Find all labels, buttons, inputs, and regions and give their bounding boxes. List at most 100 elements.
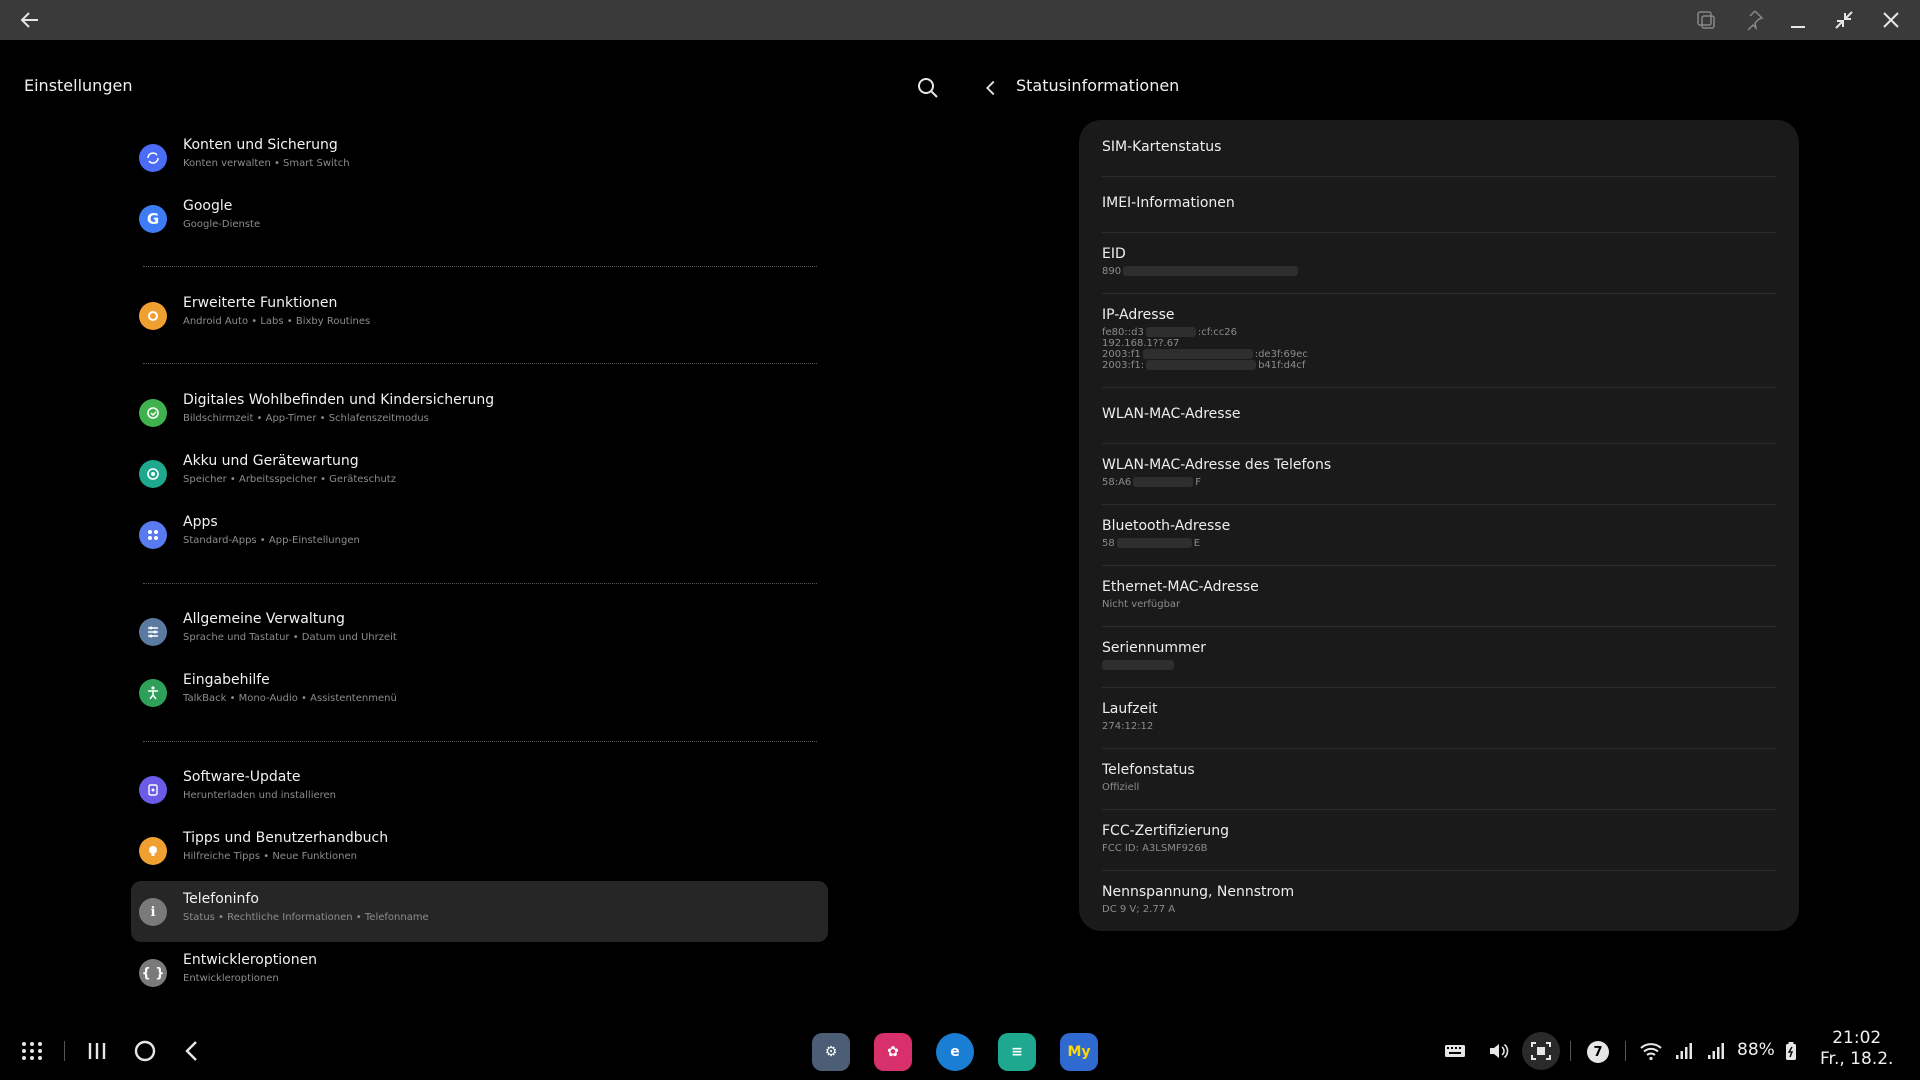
item-subtitle: Android Auto • Labs • Bixby Routines (183, 316, 371, 327)
settings-item-accounts[interactable]: Konten und Sicherung Konten verwalten • … (131, 127, 828, 188)
keyboard-icon[interactable] (1443, 1039, 1467, 1063)
settings-item-phone-info[interactable]: i Telefoninfo Status • Rechtliche Inform… (131, 881, 828, 942)
row-title: Ethernet-MAC-Adresse (1102, 579, 1259, 595)
info-icon: i (139, 898, 167, 926)
wifi-icon[interactable] (1639, 1039, 1663, 1063)
item-subtitle: Standard-Apps • App-Einstellungen (183, 535, 360, 546)
status-info-panel: SIM-Kartenstatus IMEI-Informationen EID … (1079, 120, 1799, 931)
settings-app-icon[interactable]: ⚙ (812, 1033, 850, 1071)
row-value: Offiziell (1102, 782, 1140, 793)
flower-app-icon[interactable]: ✿ (874, 1033, 912, 1071)
sliders-icon (139, 618, 167, 646)
row-value: fe80::d3:cf:cc26 (1102, 327, 1237, 338)
battery-percentage: 88% (1737, 1040, 1775, 1060)
status-row-ip: IP-Adresse fe80::d3:cf:cc26 192.168.1??.… (1102, 294, 1776, 388)
status-row-sim[interactable]: SIM-Kartenstatus (1102, 120, 1776, 177)
status-row-ethernet-mac: Ethernet-MAC-Adresse Nicht verfügbar (1102, 566, 1776, 627)
item-subtitle: Hilfreiche Tipps • Neue Funktionen (183, 851, 357, 862)
item-subtitle: Speicher • Arbeitsspeicher • Geräteschut… (183, 474, 396, 485)
braces-icon: { } (139, 959, 167, 987)
status-row-fcc: FCC-Zertifizierung FCC ID: A3LSMF926B (1102, 810, 1776, 871)
item-title: Tipps und Benutzerhandbuch (183, 830, 389, 846)
item-subtitle: Bildschirmzeit • App-Timer • Schlafensze… (183, 413, 429, 424)
notes-app-icon[interactable]: ≡ (998, 1033, 1036, 1071)
clock-time: 21:02 (1832, 1028, 1882, 1048)
settings-item-device-care[interactable]: Akku und Gerätewartung Speicher • Arbeit… (131, 443, 828, 504)
status-row-imei[interactable]: IMEI-Informationen (1102, 177, 1776, 233)
chevron-left-icon[interactable] (980, 76, 1002, 100)
row-value: DC 9 V; 2.77 A (1102, 904, 1176, 915)
item-subtitle: Konten verwalten • Smart Switch (183, 158, 350, 169)
item-title: Google (183, 198, 233, 214)
edge-app-icon[interactable]: e (936, 1033, 974, 1071)
volume-icon[interactable] (1486, 1039, 1510, 1063)
divider (143, 266, 817, 267)
app-drawer-icon[interactable] (18, 1037, 46, 1065)
item-title: Eingabehilfe (183, 672, 270, 688)
clock[interactable]: 21:02 Fr., 18.2. (1820, 1028, 1893, 1070)
accessibility-icon (139, 679, 167, 707)
row-value: 2003:f1: b41f:d4cf (1102, 360, 1306, 371)
settings-item-accessibility[interactable]: Eingabehilfe TalkBack • Mono-Audio • Ass… (131, 662, 828, 723)
row-value: 192.168.1??.67 (1102, 338, 1180, 349)
device-care-icon (139, 460, 167, 488)
settings-item-advanced-features[interactable]: Erweiterte Funktionen Android Auto • Lab… (131, 285, 828, 346)
item-subtitle: Status • Rechtliche Informationen • Tele… (183, 912, 429, 923)
settings-item-developer-options[interactable]: { } Entwickleroptionen Entwickleroptione… (131, 942, 828, 1003)
settings-item-google[interactable]: G Google Google-Dienste (131, 188, 828, 249)
row-value: 58 E (1102, 538, 1201, 549)
status-row-uptime: Laufzeit 274:12:12 (1102, 688, 1776, 749)
item-subtitle: TalkBack • Mono-Audio • Assistentenmenü (183, 693, 397, 704)
item-subtitle: Entwickleroptionen (183, 973, 279, 984)
row-title: Nennspannung, Nennstrom (1102, 884, 1295, 900)
search-icon[interactable] (916, 76, 940, 100)
notification-count-badge[interactable]: 7 (1587, 1041, 1609, 1063)
status-row-wlan-mac: WLAN-MAC-Adresse (1102, 388, 1776, 444)
recent-apps-icon[interactable] (83, 1037, 111, 1065)
signal-icon-1 (1676, 1043, 1692, 1059)
row-value: 2003:f1:de3f:69ec (1102, 349, 1308, 360)
row-value: Nicht verfügbar (1102, 599, 1181, 610)
row-title: EID (1102, 246, 1126, 262)
item-title: Digitales Wohlbefinden und Kindersicheru… (183, 392, 495, 408)
apps-icon (139, 521, 167, 549)
window-titlebar (0, 0, 1920, 40)
row-title: Laufzeit (1102, 701, 1158, 717)
settings-item-apps[interactable]: Apps Standard-Apps • App-Einstellungen (131, 504, 828, 565)
restore-icon[interactable] (1832, 8, 1856, 32)
settings-item-software-update[interactable]: Software-Update Herunterladen und instal… (131, 759, 828, 820)
status-row-rated-power: Nennspannung, Nennstrom DC 9 V; 2.77 A (1102, 871, 1776, 931)
row-title: Seriennummer (1102, 640, 1207, 656)
item-title: Allgemeine Verwaltung (183, 611, 345, 627)
item-title: Apps (183, 514, 218, 530)
nav-back-icon[interactable] (178, 1037, 206, 1065)
sync-icon (139, 144, 167, 172)
divider (1570, 1041, 1571, 1061)
settings-item-wellbeing[interactable]: Digitales Wohlbefinden und Kindersicheru… (131, 382, 828, 443)
row-value: FCC ID: A3LSMF926B (1102, 843, 1208, 854)
row-title: WLAN-MAC-Adresse des Telefons (1102, 457, 1332, 473)
gear-plus-icon (139, 302, 167, 330)
row-title: Bluetooth-Adresse (1102, 518, 1231, 534)
row-title: IMEI-Informationen (1102, 195, 1235, 211)
pin-icon[interactable] (1741, 8, 1765, 32)
status-row-phone-status: Telefonstatus Offiziell (1102, 749, 1776, 810)
item-subtitle: Sprache und Tastatur • Datum und Uhrzeit (183, 632, 397, 643)
home-icon[interactable] (131, 1037, 159, 1065)
status-row-serial: Seriennummer (1102, 627, 1776, 688)
wellbeing-icon (139, 399, 167, 427)
back-arrow-icon[interactable] (18, 8, 42, 32)
lightbulb-icon (139, 837, 167, 865)
row-value (1102, 660, 1174, 671)
status-row-wlan-mac-phone: WLAN-MAC-Adresse des Telefons 58:A6 F (1102, 444, 1776, 505)
divider (143, 741, 817, 742)
item-title: Akku und Gerätewartung (183, 453, 359, 469)
popup-view-icon[interactable] (1694, 8, 1718, 32)
settings-item-general-management[interactable]: Allgemeine Verwaltung Sprache und Tastat… (131, 601, 828, 662)
close-icon[interactable] (1879, 8, 1903, 32)
settings-item-tips[interactable]: Tipps und Benutzerhandbuch Hilfreiche Ti… (131, 820, 828, 881)
row-title: SIM-Kartenstatus (1102, 139, 1222, 155)
row-value: 274:12:12 (1102, 721, 1154, 732)
minimize-icon[interactable] (1786, 8, 1810, 32)
myfritz-app-icon[interactable]: My (1060, 1033, 1098, 1071)
